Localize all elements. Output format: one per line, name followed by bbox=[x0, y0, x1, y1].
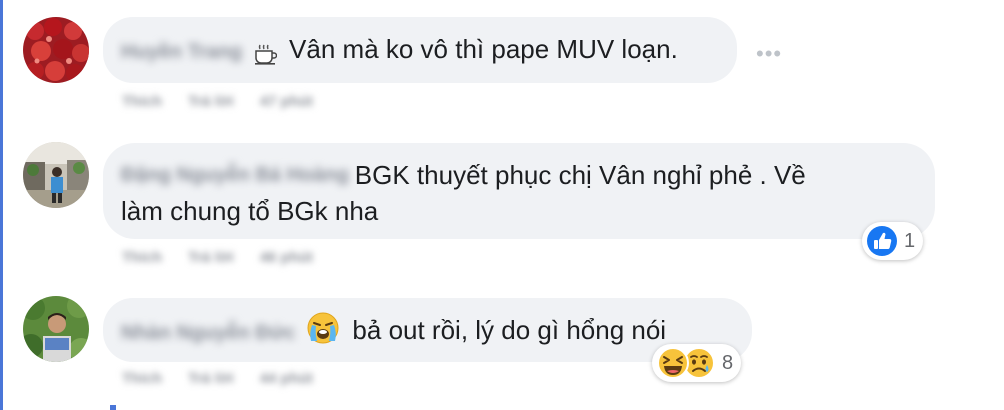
timestamp[interactable]: 44 phút bbox=[260, 370, 313, 387]
like-icon bbox=[866, 225, 898, 257]
comment-text-line-1: BGK thuyết phục chị Vân nghỉ phẻ . Về bbox=[354, 160, 806, 190]
timestamp[interactable]: 46 phút bbox=[260, 249, 313, 266]
avatar[interactable] bbox=[23, 17, 89, 83]
like-link[interactable]: Thích bbox=[122, 370, 162, 387]
scroll-indicator bbox=[110, 405, 116, 410]
avatar[interactable] bbox=[23, 296, 89, 362]
avatar-image bbox=[23, 17, 89, 83]
reply-link[interactable]: Trả lời bbox=[188, 370, 234, 387]
reply-link[interactable]: Trả lời bbox=[188, 93, 234, 110]
comment-author[interactable]: Đặng Nguyễn Bá Hoàng bbox=[121, 155, 349, 195]
like-link[interactable]: Thích bbox=[122, 249, 162, 266]
avatar[interactable] bbox=[23, 142, 89, 208]
crying-face-icon bbox=[306, 311, 340, 345]
like-link[interactable]: Thích bbox=[122, 93, 162, 110]
timestamp[interactable]: 47 phút bbox=[260, 93, 313, 110]
comment-text: Vân mà ko vô thì pape MUV loạn. bbox=[289, 34, 678, 64]
laughing-face-icon bbox=[656, 346, 690, 380]
reaction-count: 8 bbox=[722, 351, 734, 374]
comment-actions: Thích Trả lời 47 phút bbox=[122, 93, 313, 110]
comment-text: bả out rồi, lý do gì hổng nói bbox=[352, 315, 667, 345]
reaction-count: 1 bbox=[904, 229, 916, 252]
comment-bubble: Huyền Trang Vân mà ko vô thì pape MUV lo… bbox=[103, 17, 737, 83]
comment-text-line-2: làm chung tổ BGk nha bbox=[121, 196, 379, 226]
coffee-cup-icon bbox=[253, 42, 277, 66]
reply-link[interactable]: Trả lời bbox=[188, 249, 234, 266]
comment-author[interactable]: Nhàn Nguyễn Đức bbox=[121, 322, 296, 345]
reaction-summary[interactable]: 1 bbox=[862, 222, 924, 260]
avatar-image bbox=[23, 142, 89, 208]
more-options-icon[interactable]: ••• bbox=[756, 41, 782, 67]
comment-actions: Thích Trả lời 44 phút bbox=[122, 370, 313, 387]
comment-actions: Thích Trả lời 46 phút bbox=[122, 249, 313, 266]
avatar-image bbox=[23, 296, 89, 362]
comment-bubble: Đặng Nguyễn Bá Hoàng BGK thuyết phục chị… bbox=[103, 143, 935, 239]
comment-author[interactable]: Huyền Trang bbox=[121, 41, 242, 64]
reaction-summary[interactable]: 8 bbox=[652, 344, 742, 382]
thread-indicator-line bbox=[0, 0, 3, 410]
